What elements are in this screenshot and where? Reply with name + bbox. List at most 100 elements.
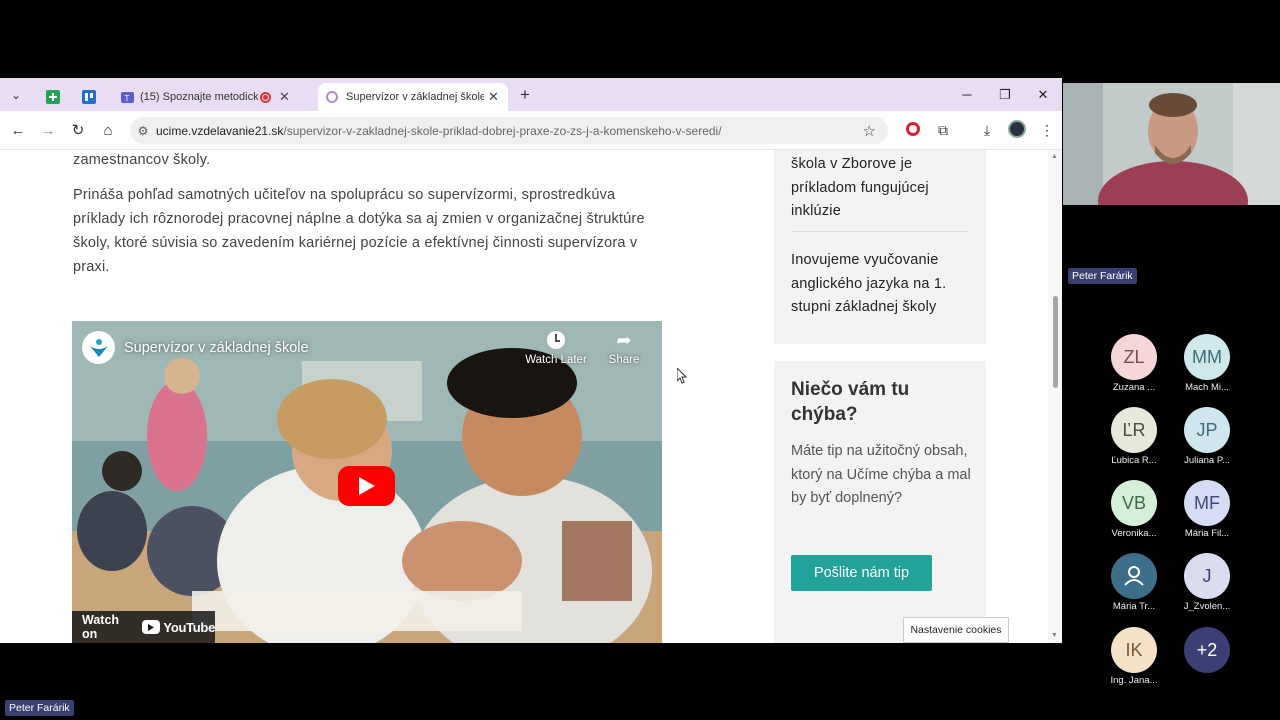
participant-tile[interactable]: Mária Tr...	[1097, 553, 1171, 612]
scroll-down-icon[interactable]: ▼	[1051, 632, 1058, 639]
participant-tile[interactable]: ĽR Ľubica R...	[1097, 407, 1171, 466]
back-icon[interactable]: ←	[3, 115, 33, 145]
sheets-icon	[46, 90, 60, 104]
participant-avatar: +2	[1184, 627, 1230, 673]
cookie-settings-button[interactable]: Nastavenie cookies	[903, 617, 1009, 643]
participant-name: Veronika...	[1111, 528, 1157, 539]
tip-box: Niečo vám tu chýba? Máte tip na užitočný…	[774, 361, 986, 643]
participant-tile[interactable]: MF Mária Fil...	[1170, 480, 1244, 539]
scrollbar-thumb[interactable]	[1053, 296, 1058, 388]
page-viewport: zamestnancov školy. Prináša pohľad samot…	[0, 150, 1062, 643]
forward-icon[interactable]: →	[33, 115, 63, 145]
play-icon	[358, 477, 375, 495]
participant-avatar: IK	[1111, 627, 1157, 673]
tip-text: Máte tip na užitočný obsah, ktorý na Učí…	[791, 443, 971, 506]
site-info-icon[interactable]: ⚙	[130, 124, 156, 138]
teams-icon: T	[121, 91, 134, 103]
share-icon: ➦	[616, 330, 632, 350]
participant-tile[interactable]: +2	[1170, 627, 1244, 673]
speaker-video	[1063, 83, 1280, 205]
close-window-icon[interactable]: ✕	[1024, 78, 1062, 111]
participant-name: Mach Mi...	[1185, 382, 1229, 393]
plus-icon: +	[520, 84, 530, 104]
participant-name: Ľubica R...	[1111, 455, 1157, 466]
related-article-link[interactable]: Inovujeme vyučovanie anglického jazyka n…	[791, 249, 971, 320]
watch-on-label: Watch on	[82, 613, 120, 641]
page-scrollbar[interactable]: ▲ ▼	[1048, 150, 1062, 643]
participant-avatar: MF	[1184, 480, 1230, 526]
download-icon[interactable]: ⤓	[972, 122, 1002, 139]
watch-later-button[interactable]: Watch Later	[524, 331, 588, 366]
participant-avatar: ĽR	[1111, 407, 1157, 453]
participant-tile[interactable]: JP Juliana P...	[1170, 407, 1244, 466]
browser-toolbar: ← → ↻ ⌂ ⚙ ucime.vzdelavanie21.sk/supervi…	[0, 111, 1062, 150]
video-channel-logo[interactable]	[82, 331, 115, 364]
menu-icon[interactable]: ⋮	[1032, 122, 1062, 139]
minimize-icon[interactable]: ─	[948, 78, 986, 111]
mouse-cursor-icon	[677, 368, 688, 384]
participant-name: Juliana P...	[1184, 455, 1230, 466]
clock-icon	[547, 331, 565, 349]
send-tip-button[interactable]: Pošlite nám tip	[791, 555, 932, 591]
browser-window: ⌄ T (15) Spoznajte metodický p ✕ Superví…	[0, 78, 1062, 643]
speaker-name-tag: Peter Farárik	[1068, 268, 1137, 284]
url-text: ucime.vzdelavanie21.sk/supervizor-v-zakl…	[156, 124, 722, 138]
tip-heading: Niečo vám tu chýba?	[791, 379, 910, 425]
participant-avatar: JP	[1184, 407, 1230, 453]
tab-search-button[interactable]: ⌄	[5, 84, 27, 106]
related-articles: škola v Zborove je príkladom fungujúcej …	[774, 150, 986, 344]
participant-tile[interactable]: MM Mach Mi...	[1170, 334, 1244, 393]
close-icon[interactable]: ✕	[488, 89, 499, 105]
address-bar[interactable]: ⚙ ucime.vzdelavanie21.sk/supervizor-v-za…	[130, 117, 888, 144]
participant-name: J_Zvolen...	[1183, 601, 1231, 612]
extensions-icon[interactable]: ⧉	[928, 122, 958, 139]
participant-tile[interactable]: VB Veronika...	[1097, 480, 1171, 539]
toolbar-icons: ⧉ ⤓ ⋮	[898, 111, 1062, 150]
channel-logo-icon	[89, 338, 108, 357]
tab-title: (15) Spoznajte metodický p	[140, 91, 258, 103]
watch-on-youtube-button[interactable]: Watch on YouTube	[72, 611, 215, 643]
reload-icon[interactable]: ↻	[63, 115, 93, 145]
article-paragraph: zamestnancov školy.	[73, 152, 211, 168]
play-button[interactable]	[338, 466, 395, 506]
video-title[interactable]: Supervízor v základnej škole	[124, 340, 309, 356]
profile-avatar[interactable]	[1002, 120, 1032, 141]
tab-supervizor[interactable]: Supervízor v základnej škole - p ✕	[318, 83, 508, 111]
participant-tile[interactable]: ZL Zuzana ...	[1097, 334, 1171, 393]
chevron-down-icon: ⌄	[10, 87, 22, 102]
tab-bar: ⌄ T (15) Spoznajte metodický p ✕ Superví…	[0, 78, 1062, 111]
youtube-logo-icon	[142, 620, 161, 634]
pinned-tab-sheets[interactable]	[35, 83, 71, 111]
close-icon[interactable]: ✕	[279, 89, 290, 105]
divider	[791, 231, 967, 232]
trello-icon	[82, 90, 96, 104]
restore-icon[interactable]: ❐	[986, 78, 1024, 111]
scroll-up-icon[interactable]: ▲	[1051, 153, 1058, 160]
participant-tile[interactable]: J J_Zvolen...	[1170, 553, 1244, 612]
participant-name: Zuzana ...	[1112, 382, 1156, 393]
bookmark-star-icon[interactable]: ☆	[863, 122, 876, 140]
related-article-link[interactable]: škola v Zborove je príkladom fungujúcej …	[791, 153, 971, 224]
participant-avatar: VB	[1111, 480, 1157, 526]
presenter-name-tag: Peter Farárik	[5, 700, 74, 716]
participant-tile[interactable]: IK Ing. Jana...	[1097, 627, 1171, 686]
participant-name: Ing. Jana...	[1110, 675, 1158, 686]
share-label: Share	[608, 354, 640, 366]
person-icon	[1111, 553, 1157, 599]
speaker-video-frame	[1063, 83, 1280, 205]
recording-icon	[260, 91, 271, 103]
pinned-tab-trello[interactable]	[71, 83, 107, 111]
tab-teams[interactable]: T (15) Spoznajte metodický p ✕	[113, 83, 308, 111]
participant-name: Mária Fil...	[1184, 528, 1230, 539]
home-icon[interactable]: ⌂	[93, 115, 123, 145]
site-icon	[326, 91, 338, 103]
url-path: /supervizor-v-zakladnej-skole-priklad-do…	[283, 123, 722, 138]
new-tab-button[interactable]: +	[514, 84, 536, 106]
share-button[interactable]: ➦ Share	[604, 331, 644, 366]
screen: ⌄ T (15) Spoznajte metodický p ✕ Superví…	[0, 0, 1280, 720]
participant-avatar: MM	[1184, 334, 1230, 380]
opera-extension-icon[interactable]	[898, 122, 928, 139]
youtube-wordmark: YouTube	[163, 619, 215, 635]
youtube-embed[interactable]: Supervízor v základnej škole Watch Later…	[72, 321, 662, 643]
url-domain: ucime.vzdelavanie21.sk	[156, 123, 284, 138]
